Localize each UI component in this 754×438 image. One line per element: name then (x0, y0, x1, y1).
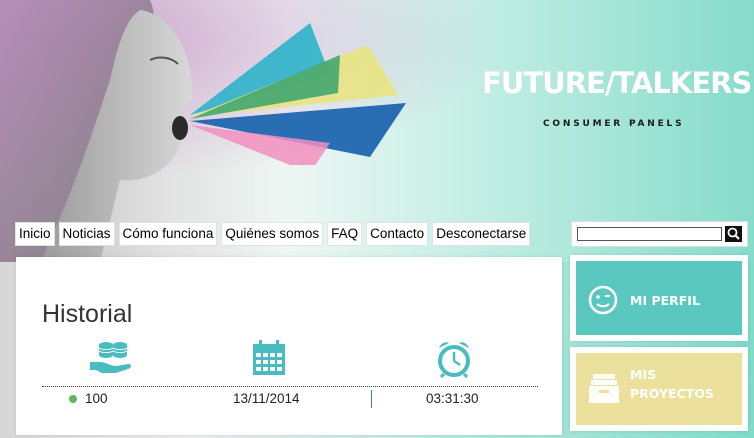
mis-proyectos-label-2: PROYECTOS (630, 386, 714, 401)
search-button[interactable] (725, 226, 742, 242)
time-value: 03:31:30 (426, 391, 479, 406)
mi-perfil-label: MI PERFIL (630, 293, 700, 308)
nav-item-como-funciona[interactable]: Cómo funciona (118, 222, 218, 246)
points-value: 100 (85, 391, 108, 406)
mi-perfil-card[interactable]: MI PERFIL (570, 255, 748, 341)
search-box (571, 221, 748, 247)
nav-item-faq[interactable]: FAQ (327, 222, 363, 246)
mis-proyectos-button[interactable]: MIS PROYECTOS (576, 353, 742, 425)
date-value: 13/11/2014 (233, 391, 300, 406)
sound-beams-graphic (190, 23, 406, 165)
history-divider (42, 386, 538, 387)
alarm-clock-icon (438, 342, 470, 378)
archive-box-icon (589, 374, 619, 403)
page-title: Historial (42, 300, 133, 328)
nav-item-quienes-somos[interactable]: Quiénes somos (221, 222, 324, 246)
smiley-icon (588, 285, 618, 315)
column-separator (371, 390, 372, 408)
mis-proyectos-card[interactable]: MIS PROYECTOS (570, 347, 748, 431)
search-input[interactable] (577, 227, 722, 241)
mis-proyectos-label-1: MIS (630, 367, 657, 382)
mi-perfil-button[interactable]: MI PERFIL (576, 261, 742, 335)
nav-item-noticias[interactable]: Noticias (58, 222, 115, 246)
status-dot (69, 395, 77, 403)
search-icon (727, 227, 740, 240)
history-panel: Historial 100 13/11/2014 03:31:30 (16, 257, 562, 435)
nav-item-inicio[interactable]: Inicio (15, 222, 55, 246)
main-nav: Inicio Noticias Cómo funciona Quiénes so… (15, 222, 531, 246)
logo-tagline: CONSUMER PANELS (543, 119, 685, 129)
nav-item-contacto[interactable]: Contacto (366, 222, 429, 246)
future-talkers-logo[interactable]: FUTURE/TALKERS (482, 66, 752, 100)
table-row: 100 13/11/2014 03:31:30 (42, 390, 538, 410)
calendar-icon (253, 340, 285, 375)
nav-item-desconectarse[interactable]: Desconectarse (432, 222, 531, 246)
coins-hand-icon (90, 342, 131, 373)
